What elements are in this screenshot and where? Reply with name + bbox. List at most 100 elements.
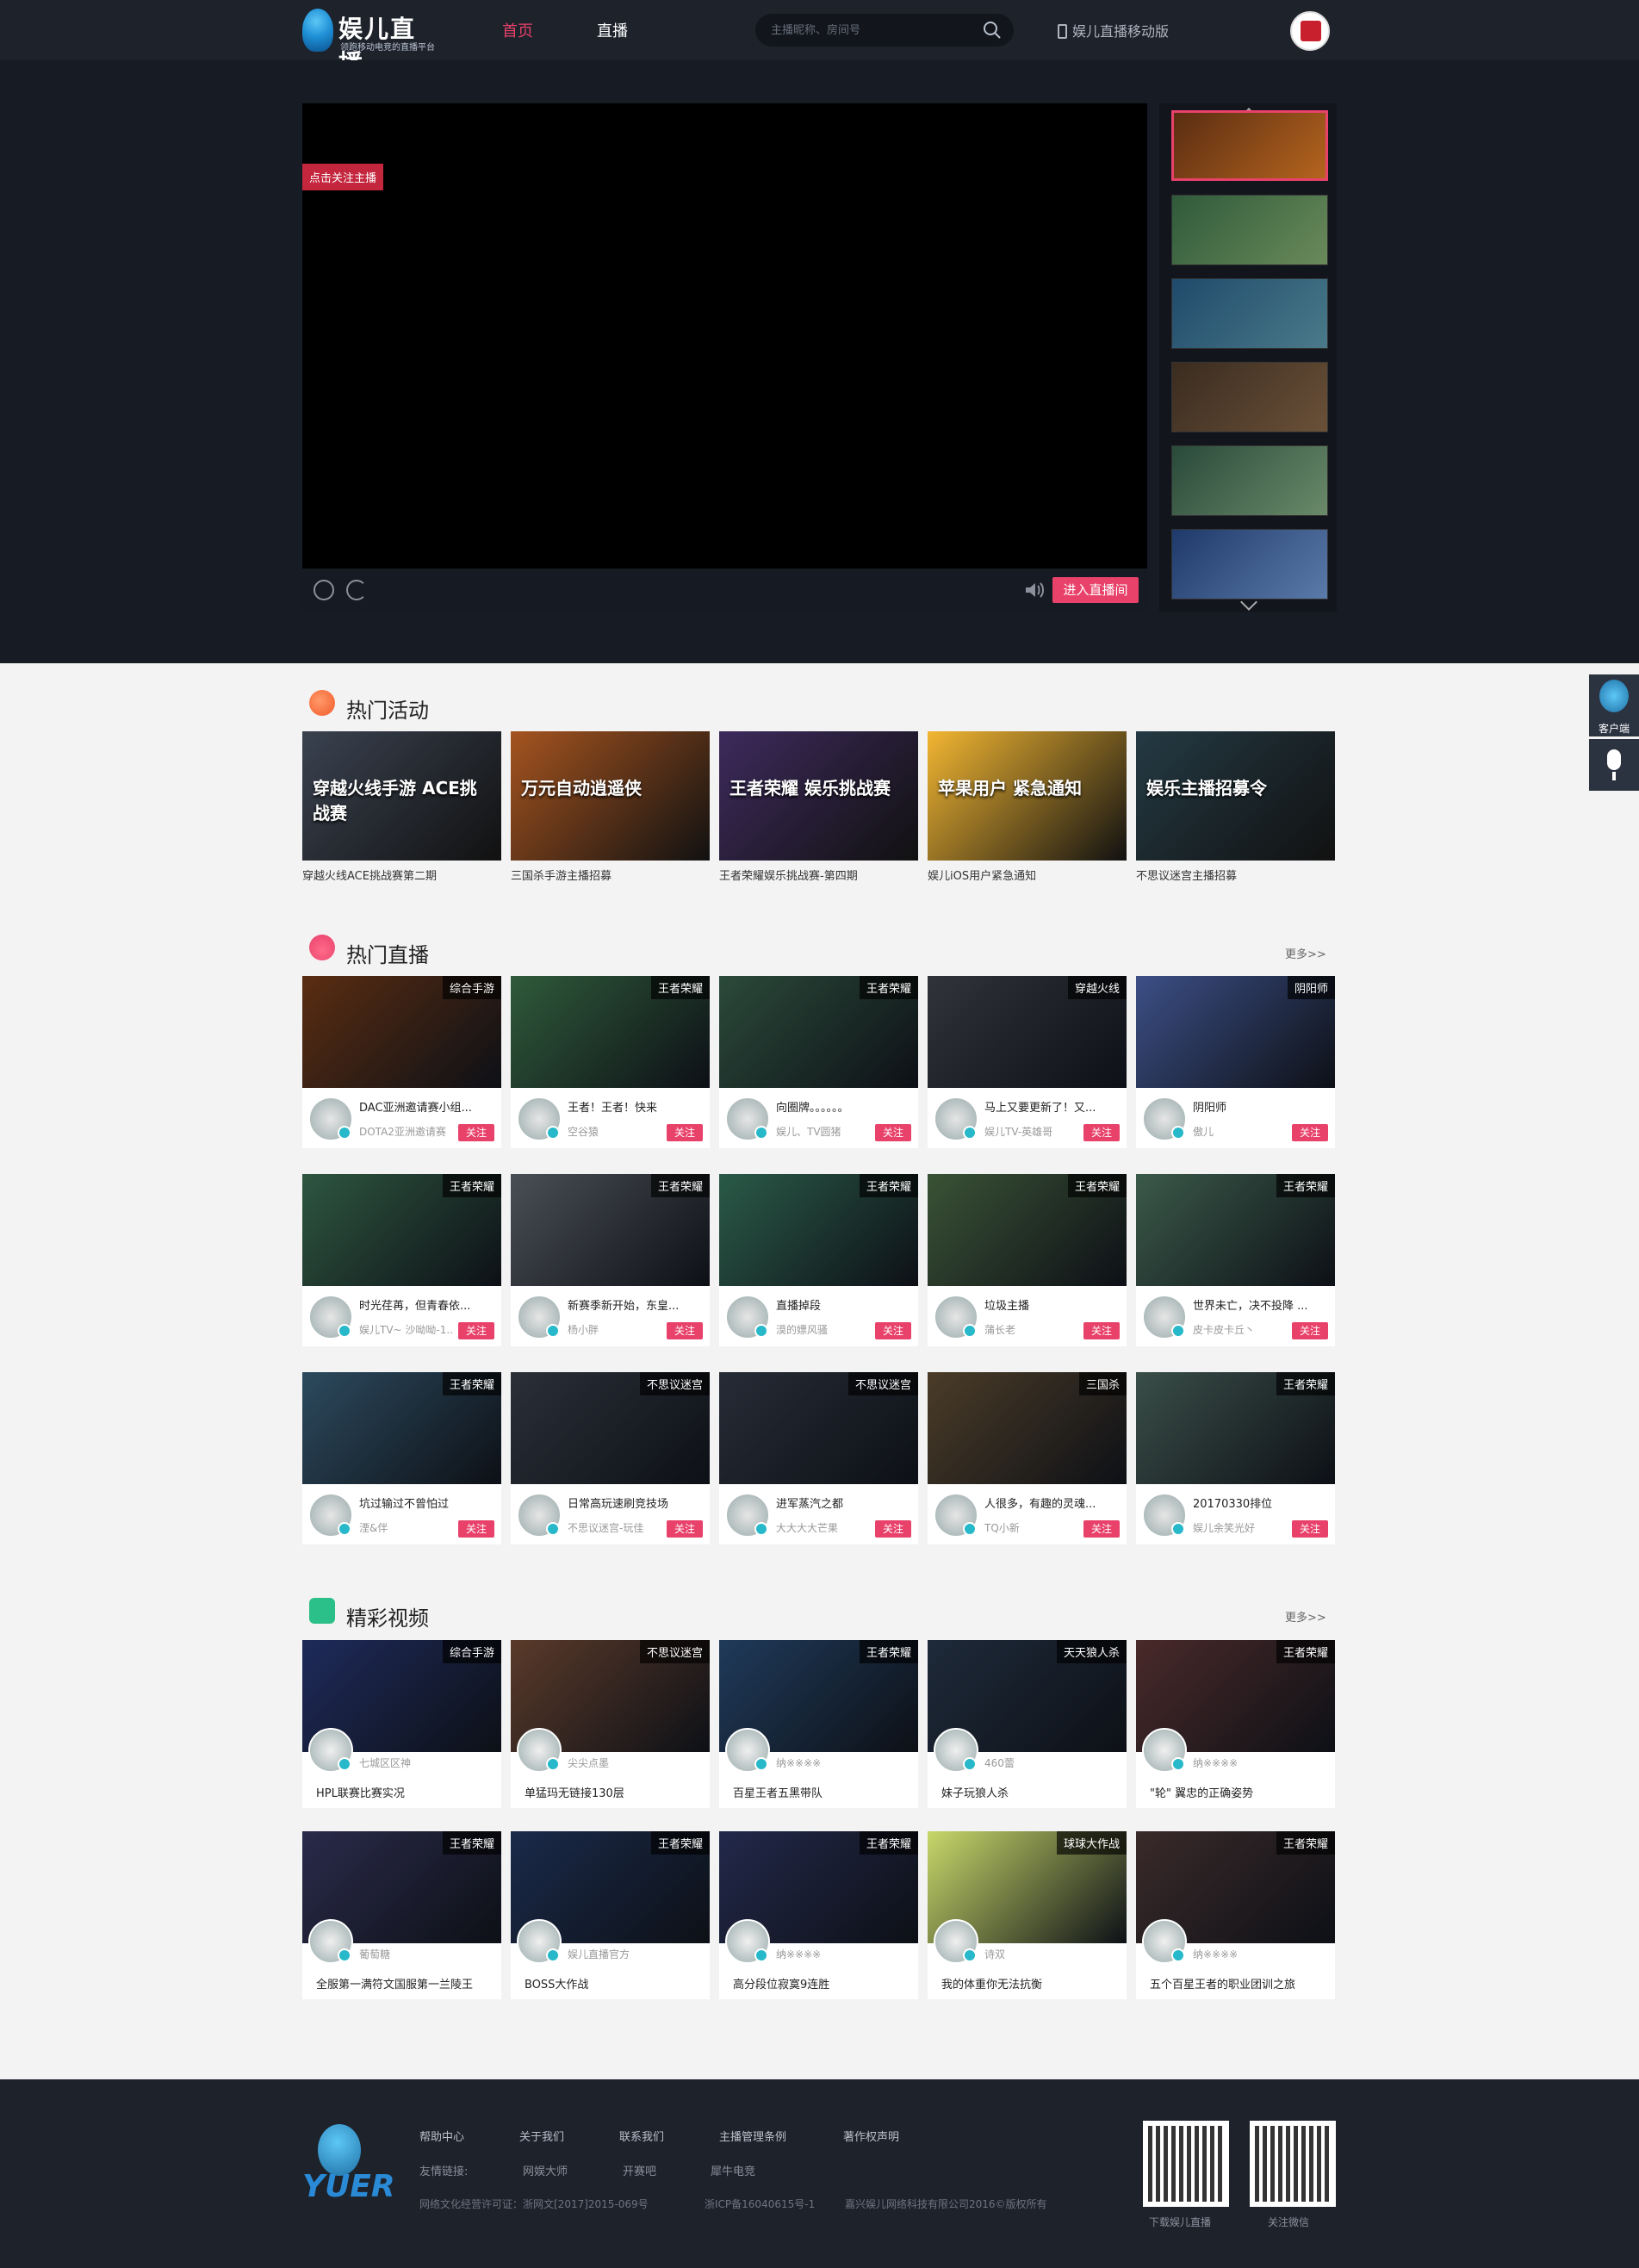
qr-wechat [1250, 2121, 1336, 2207]
enter-room-button[interactable]: 进入直播间 [1052, 577, 1139, 603]
game-tag: 王者荣耀 [650, 1174, 710, 1197]
fire-balloon-icon [309, 690, 335, 716]
nav-home[interactable]: 首页 [502, 19, 533, 41]
refresh-icon[interactable] [346, 580, 367, 600]
activity-caption: 娱儿iOS用户紧急通知 [928, 870, 1037, 883]
phone-icon [1058, 24, 1067, 39]
video-card[interactable]: 天天狼人杀 460蕾 妹子玩狼人杀 [928, 1640, 1127, 1808]
search-icon[interactable] [983, 21, 1002, 40]
friend-link[interactable]: 网娱大师 [523, 2162, 568, 2178]
mobile-version-link[interactable]: 娱儿直播移动版 [1058, 20, 1169, 40]
video-card[interactable]: 王者荣耀 葡萄糖 全服第一满符文国服第一兰陵王 [302, 1831, 501, 1999]
live-card[interactable]: 王者荣耀 坑过输过不曾怕过 湮&伴 关注 [302, 1372, 501, 1544]
activity-card[interactable]: 王者荣耀 娱乐挑战赛 王者荣耀娱乐挑战赛-第四期 [719, 731, 918, 883]
follow-button[interactable]: 关注 [1083, 1124, 1120, 1141]
video-card[interactable]: 球球大作战 诗双 我的体重你无法抗衡 [928, 1831, 1127, 1999]
video-card[interactable]: 王者荣耀 纳※※※※ "轮" 翼忠的正确姿势 [1136, 1640, 1335, 1808]
follow-button[interactable]: 关注 [667, 1322, 703, 1339]
follow-button[interactable]: 关注 [1292, 1520, 1328, 1538]
live-card[interactable]: 综合手游 DAC亚洲邀请赛小组... DOTA2亚洲邀请赛 关注 [302, 976, 501, 1148]
activity-card[interactable]: 苹果用户 紧急通知娱儿iOS用户紧急通知 [928, 731, 1127, 883]
video-player[interactable] [302, 103, 1147, 569]
follow-button[interactable]: 关注 [875, 1520, 911, 1538]
follow-button[interactable]: 关注 [458, 1322, 494, 1339]
video-card[interactable]: 王者荣耀 纳※※※※ 百星王者五黑带队 [719, 1640, 918, 1808]
game-tag: 球球大作战 [1056, 1831, 1127, 1855]
video-card[interactable]: 王者荣耀 纳※※※※ 五个百星王者的职业团训之旅 [1136, 1831, 1335, 1999]
footer-link-contact[interactable]: 联系我们 [619, 2128, 664, 2144]
video-card[interactable]: 王者荣耀 娱儿直播官方 BOSS大作战 [511, 1831, 710, 1999]
game-tag: 综合手游 [442, 1640, 501, 1663]
streamer-name: 娱儿TV~ 沙呦呦-1... [359, 1324, 454, 1336]
thumbnail-item[interactable] [1171, 529, 1328, 600]
section-title-videos: 精彩视频 [346, 1606, 429, 1631]
live-card[interactable]: 王者荣耀 垃圾主播 蒲长老 关注 [928, 1174, 1127, 1346]
follow-button[interactable]: 关注 [667, 1520, 703, 1538]
follow-streamer-tag[interactable]: 点击关注主播 [302, 164, 384, 190]
streamer-name: 不思议迷宫-玩佳 [568, 1522, 644, 1534]
game-tag: 王者荣耀 [1276, 1372, 1335, 1395]
video-title: 我的体重你无法抗衡 [941, 1979, 1043, 1991]
mic-float[interactable] [1589, 739, 1639, 791]
footer-link-copyright[interactable]: 著作权声明 [843, 2128, 899, 2144]
live-card[interactable]: 不思议迷宫 进军蒸汽之都 大大大大芒果 关注 [719, 1372, 918, 1544]
live-card[interactable]: 王者荣耀 世界未亡，决不投降 ... 皮卡皮卡丘丶 关注 [1136, 1174, 1335, 1346]
footer-link-about[interactable]: 关于我们 [519, 2128, 564, 2144]
activity-card[interactable]: 穿越火线手游 ACE挑战赛 穿越火线ACE挑战赛第二期 [302, 731, 501, 883]
live-card[interactable]: 王者荣耀 直播掉段 漠的嫖风骚 关注 [719, 1174, 918, 1346]
live-thumbnail: 王者荣耀 [719, 976, 918, 1088]
activity-banner: 苹果用户 紧急通知 [928, 731, 1127, 861]
friend-link[interactable]: 犀牛电竞 [711, 2162, 755, 2178]
live-card[interactable]: 王者荣耀 20170330排位 娱儿余笑光好 关注 [1136, 1372, 1335, 1544]
video-card[interactable]: 王者荣耀 纳※※※※ 高分段位寂寞9连胜 [719, 1831, 918, 1999]
pause-icon[interactable] [314, 580, 334, 600]
game-tag: 阴阳师 [1287, 976, 1335, 999]
thumbnail-item[interactable] [1171, 278, 1328, 349]
verified-icon [546, 1948, 560, 1962]
live-title: 日常高玩速刷竞技场 [568, 1498, 669, 1511]
follow-button[interactable]: 关注 [1292, 1322, 1328, 1339]
activity-card[interactable]: 万元自动逍遥侠 三国杀手游主播招募 [511, 731, 710, 883]
search-input[interactable] [771, 22, 969, 39]
follow-button[interactable]: 关注 [1292, 1124, 1328, 1141]
verified-icon [1171, 1126, 1185, 1140]
live-card[interactable]: 穿越火线 马上又要更新了！又... 娱儿TV-英雄哥 关注 [928, 976, 1127, 1148]
follow-button[interactable]: 关注 [875, 1322, 911, 1339]
video-play-icon [309, 1598, 335, 1624]
videos-more-link[interactable]: 更多>> [1285, 1608, 1639, 1625]
live-card[interactable]: 三国杀 人很多，有趣的灵魂... TQ小新 关注 [928, 1372, 1127, 1544]
friend-link[interactable]: 开赛吧 [623, 2162, 656, 2178]
verified-icon [754, 1324, 768, 1338]
video-card[interactable]: 综合手游 七城区区神 HPL联赛比赛实况 [302, 1640, 501, 1808]
nav-live[interactable]: 直播 [597, 19, 628, 41]
follow-button[interactable]: 关注 [875, 1124, 911, 1141]
footer-link-rules[interactable]: 主播管理条例 [719, 2128, 786, 2144]
live-card[interactable]: 王者荣耀 王者！王者！快来 空谷猿 关注 [511, 976, 710, 1148]
live-card[interactable]: 王者荣耀 时光荏苒，但青春依... 娱儿TV~ 沙呦呦-1... 关注 [302, 1174, 501, 1346]
thumbnail-item[interactable] [1171, 110, 1328, 181]
follow-button[interactable]: 关注 [458, 1520, 494, 1538]
thumbnail-item[interactable] [1171, 362, 1328, 432]
follow-button[interactable]: 关注 [458, 1124, 494, 1141]
live-card[interactable]: 王者荣耀 新赛季新开始，东皇... 杨小胖 关注 [511, 1174, 710, 1346]
video-title: 五个百星王者的职业团训之旅 [1150, 1979, 1296, 1991]
video-title: HPL联赛比赛实况 [316, 1787, 405, 1800]
thumbnail-item[interactable] [1171, 445, 1328, 516]
follow-button[interactable]: 关注 [667, 1124, 703, 1141]
activity-card[interactable]: 娱乐主播招募令 不思议迷宫主播招募 [1136, 731, 1335, 883]
client-download-float[interactable]: 客户端 [1589, 674, 1639, 736]
video-card[interactable]: 不思议迷宫 尖尖点墨 单猛玛无链接130层 [511, 1640, 710, 1808]
user-avatar[interactable] [1290, 11, 1330, 51]
site-logo[interactable]: 娱儿直播 领跑移动电竞的直播平台 [302, 7, 440, 78]
live-card[interactable]: 不思议迷宫 日常高玩速刷竞技场 不思议迷宫-玩佳 关注 [511, 1372, 710, 1544]
follow-button[interactable]: 关注 [1083, 1520, 1120, 1538]
live-card[interactable]: 王者荣耀 向圈牌。。。。。。 娱儿、TV圆猪 关注 [719, 976, 918, 1148]
follow-button[interactable]: 关注 [1083, 1322, 1120, 1339]
live-more-link[interactable]: 更多>> [1285, 945, 1639, 961]
footer-link-help[interactable]: 帮助中心 [419, 2128, 464, 2144]
live-card[interactable]: 阴阳师 阴阳师 傲儿 关注 [1136, 976, 1335, 1148]
game-tag: 穿越火线 [1067, 976, 1127, 999]
thumbnail-item[interactable] [1171, 195, 1328, 265]
game-tag: 不思议迷宫 [639, 1640, 710, 1663]
volume-icon[interactable] [1024, 581, 1045, 600]
